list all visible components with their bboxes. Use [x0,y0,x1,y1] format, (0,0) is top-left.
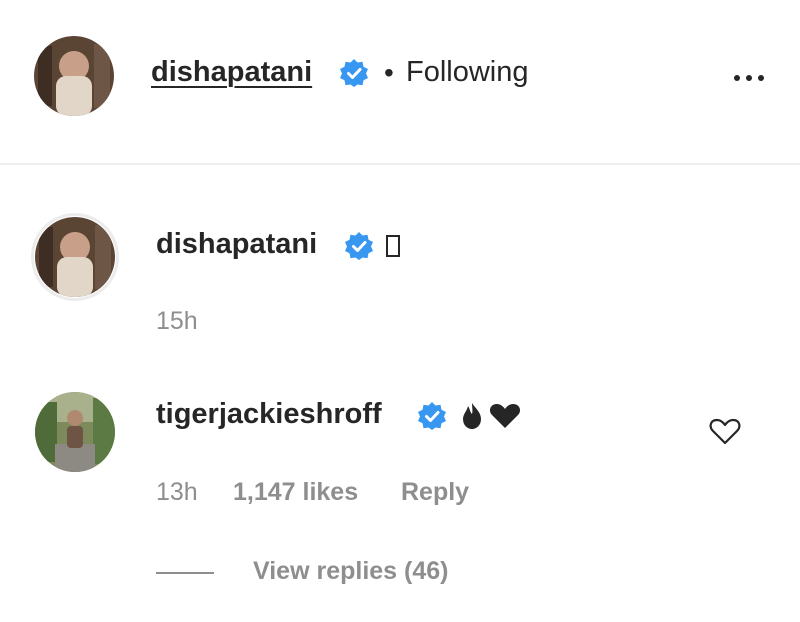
ellipsis-icon[interactable] [734,75,764,81]
post-header: dishapatani • Following [0,0,800,163]
reply-button[interactable]: Reply [401,478,469,507]
black-heart-emoji-icon [489,403,521,429]
verified-badge-icon [344,231,374,261]
caption-avatar[interactable] [35,217,115,297]
fire-emoji-icon [461,402,483,430]
verified-badge-icon [417,401,447,431]
verified-badge-icon [339,58,369,88]
heart-outline-icon[interactable] [709,416,741,446]
header-divider [0,163,800,165]
view-replies-button[interactable]: View replies (46) [253,557,448,586]
commenter-username[interactable]: tigerjackieshroff [156,398,382,431]
follow-status-button[interactable]: Following [406,56,529,89]
missing-glyph-icon [386,235,400,257]
comment-likes[interactable]: 1,147 likes [233,478,358,507]
replies-divider [156,572,214,574]
caption-timestamp[interactable]: 15h [156,307,198,336]
author-username[interactable]: dishapatani [151,56,312,89]
commenter-avatar[interactable] [35,392,115,472]
comment-timestamp[interactable]: 13h [156,478,198,507]
author-avatar[interactable] [34,36,114,116]
caption-username[interactable]: dishapatani [156,228,317,261]
separator-dot: • [384,57,394,88]
